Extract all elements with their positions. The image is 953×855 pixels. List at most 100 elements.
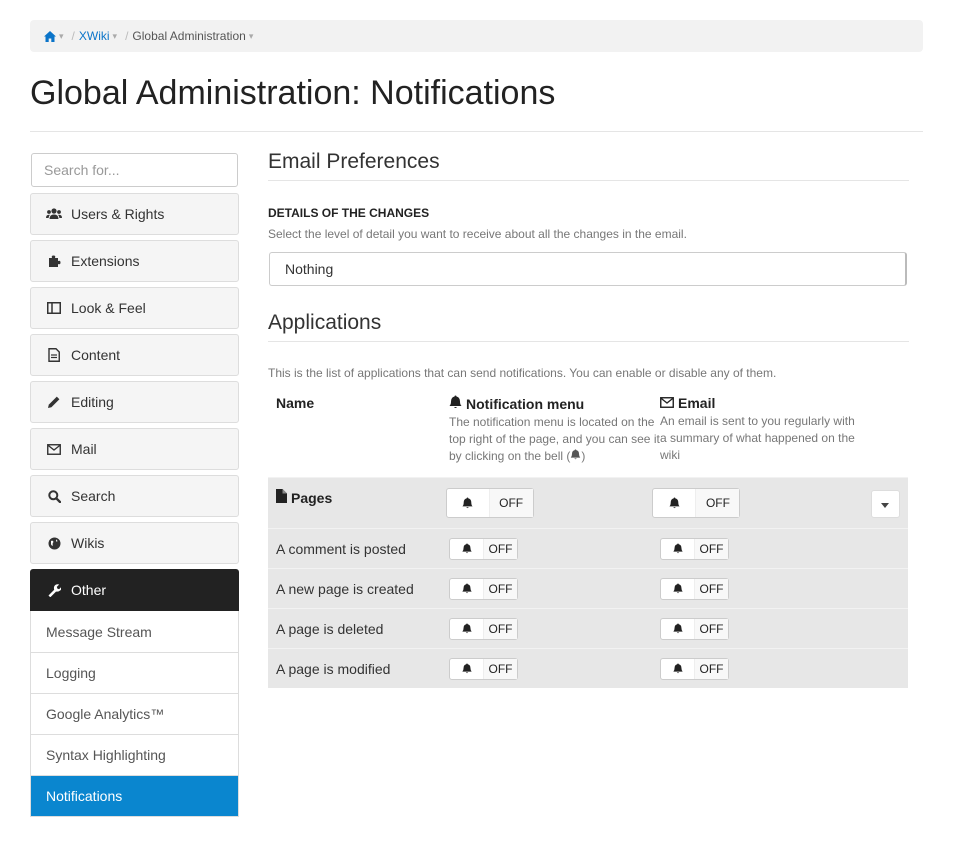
search-input[interactable]	[31, 153, 238, 187]
main-content: Email Preferences DETAILS OF THE CHANGES…	[268, 150, 909, 688]
sidebar-item-mail[interactable]: Mail	[30, 428, 239, 470]
toggle-state-label: OFF	[484, 658, 517, 679]
globe-icon	[46, 535, 62, 551]
column-header-email: Email An email is sent to you regularly …	[660, 395, 860, 477]
admin-menu: Users & Rights Extensions Look & Feel Co…	[30, 193, 239, 817]
caret-down-icon	[881, 495, 890, 513]
search-icon	[46, 488, 62, 504]
applications-table: Name Notification menu The notification …	[268, 395, 908, 688]
toggle-state-label: OFF	[695, 578, 728, 599]
envelope-icon	[46, 441, 62, 457]
email-toggle[interactable]: OFF	[660, 537, 729, 560]
column-description: The notification menu is located on the …	[449, 415, 660, 463]
email-preferences-heading: Email Preferences	[268, 150, 909, 181]
details-label: DETAILS OF THE CHANGES	[268, 206, 430, 220]
notification-menu-toggle[interactable]: OFF	[449, 657, 518, 680]
chevron-down-icon[interactable]: ▾	[113, 31, 118, 42]
sidebar-item-label: Wikis	[71, 535, 105, 551]
sidebar-item-label: Look & Feel	[71, 300, 146, 316]
document-icon	[46, 347, 62, 363]
sidebar-subitem-notifications[interactable]: Notifications	[31, 775, 238, 816]
envelope-icon	[660, 395, 674, 411]
app-name-pages: Pages	[276, 489, 446, 506]
sidebar-item-look-feel[interactable]: Look & Feel	[30, 287, 239, 329]
sidebar-subitem-syntax-highlighting[interactable]: Syntax Highlighting	[31, 734, 238, 775]
event-name: A comment is posted	[276, 540, 406, 557]
breadcrumb-current: Global Administration	[132, 29, 246, 43]
details-select[interactable]: Nothing	[269, 252, 907, 286]
sidebar-item-content[interactable]: Content	[30, 334, 239, 376]
sidebar-item-extensions[interactable]: Extensions	[30, 240, 239, 282]
sidebar-subitem-google-analytics[interactable]: Google Analytics™	[31, 693, 238, 734]
applications-heading: Applications	[268, 311, 909, 342]
table-row: A page is modified OFF OFF	[268, 648, 908, 688]
column-title: Notification menu	[466, 395, 585, 412]
bell-icon	[661, 618, 695, 639]
column-description: An email is sent to you regularly with a…	[660, 414, 855, 462]
table-row: A new page is created OFF OFF	[268, 568, 908, 608]
breadcrumb-separator: /	[71, 29, 75, 43]
notification-menu-toggle[interactable]: OFF	[449, 537, 518, 560]
column-header-name: Name	[276, 395, 315, 411]
table-row: A comment is posted OFF OFF	[268, 528, 908, 568]
sidebar-item-label: Content	[71, 347, 121, 363]
toggle-state-label: OFF	[484, 538, 517, 559]
table-row: A page is deleted OFF OFF	[268, 608, 908, 648]
email-toggle[interactable]: OFF	[660, 577, 729, 600]
notification-menu-toggle[interactable]: OFF	[449, 577, 518, 600]
sidebar-subitem-message-stream[interactable]: Message Stream	[31, 611, 238, 652]
bell-icon	[570, 449, 581, 463]
bell-icon	[661, 658, 695, 679]
breadcrumb-link-xwiki[interactable]: XWiki	[79, 29, 110, 43]
sidebar-item-label: Search	[71, 488, 116, 504]
notification-menu-toggle[interactable]: OFF	[449, 617, 518, 640]
chevron-down-icon[interactable]: ▾	[249, 31, 254, 42]
column-title: Email	[678, 395, 716, 411]
bell-icon	[450, 538, 484, 559]
page-title: Global Administration: Notifications	[30, 74, 556, 112]
email-toggle[interactable]: OFF	[660, 657, 729, 680]
applications-intro: This is the list of applications that ca…	[268, 366, 777, 380]
sidebar-item-users-rights[interactable]: Users & Rights	[30, 193, 239, 235]
bell-icon	[661, 578, 695, 599]
breadcrumb-separator: /	[125, 29, 129, 43]
details-hint: Select the level of detail you want to r…	[268, 227, 687, 241]
details-select-value: Nothing	[285, 261, 334, 277]
breadcrumb: ▾ / XWiki ▾ / Global Administration ▾	[30, 20, 923, 52]
file-icon	[276, 489, 287, 506]
sidebar-item-search[interactable]: Search	[30, 475, 239, 517]
bell-icon	[450, 658, 484, 679]
sidebar-item-label: Extensions	[71, 253, 140, 269]
event-name: A page is modified	[276, 660, 391, 677]
title-divider	[30, 131, 923, 132]
table-row: Pages OFF OFF	[268, 477, 908, 528]
home-icon[interactable]	[44, 30, 56, 42]
expand-dropdown-button[interactable]	[870, 490, 900, 518]
email-toggle[interactable]: OFF	[652, 488, 741, 518]
bell-icon	[450, 578, 484, 599]
toggle-state-label: OFF	[489, 489, 533, 517]
users-icon	[46, 206, 62, 222]
event-name: A page is deleted	[276, 620, 384, 637]
email-toggle[interactable]: OFF	[660, 617, 729, 640]
notification-menu-toggle[interactable]: OFF	[445, 488, 534, 518]
bell-icon	[653, 489, 697, 517]
toggle-state-label: OFF	[695, 538, 728, 559]
sidebar-item-label: Editing	[71, 394, 114, 410]
bell-icon	[450, 618, 484, 639]
puzzle-icon	[46, 253, 62, 269]
toggle-state-label: OFF	[696, 489, 740, 517]
sidebar-item-editing[interactable]: Editing	[30, 381, 239, 423]
chevron-down-icon[interactable]: ▾	[59, 31, 64, 42]
toggle-state-label: OFF	[695, 658, 728, 679]
bell-icon	[661, 538, 695, 559]
toggle-state-label: OFF	[695, 618, 728, 639]
event-name: A new page is created	[276, 580, 414, 597]
sidebar-item-other[interactable]: Other	[30, 569, 239, 611]
sidebar-submenu: Message Stream Logging Google Analytics™…	[30, 611, 239, 817]
sidebar-subitem-logging[interactable]: Logging	[31, 652, 238, 693]
column-header-notification: Notification menu The notification menu …	[449, 395, 660, 477]
wrench-icon	[46, 582, 62, 598]
toggle-state-label: OFF	[484, 618, 517, 639]
sidebar-item-wikis[interactable]: Wikis	[30, 522, 239, 564]
